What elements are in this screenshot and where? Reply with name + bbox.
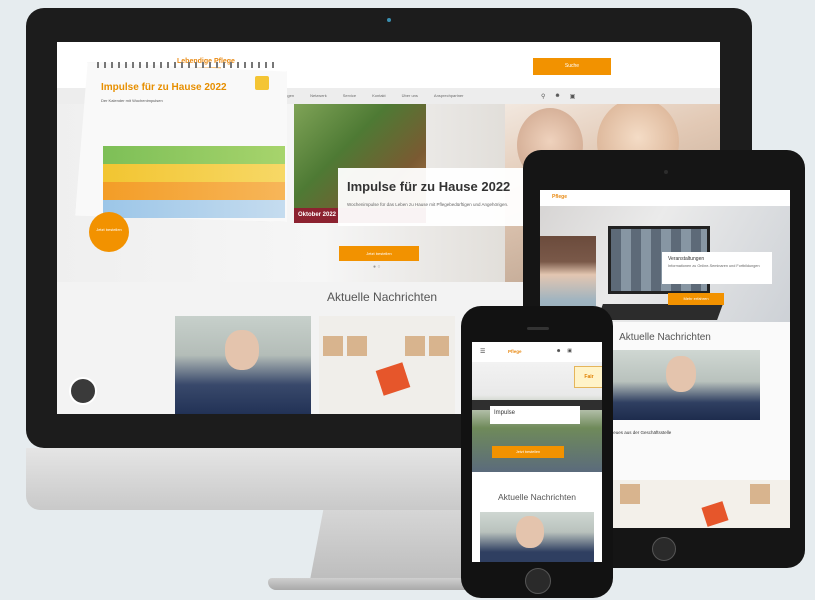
nav-item[interactable]: Ansprechpartner (431, 91, 467, 101)
nav-item[interactable]: Netzwerk (307, 91, 330, 101)
phone-screen: ☰ Pflege ☻ ▣ Fair Impulse Jetzt bestelle… (472, 342, 602, 562)
phone-hero-tag: Fair (574, 366, 602, 388)
nav-icons: ⚲ ☻ ▣ (541, 93, 575, 100)
news-card-image[interactable] (319, 316, 455, 414)
calendar-title: Impulse für zu Hause 2022 (101, 82, 227, 93)
person-photo (666, 356, 696, 392)
wooden-cube (405, 336, 425, 356)
phone-header (472, 342, 602, 362)
tablet-news-caption[interactable]: Neues aus der Geschäftsstelle (610, 430, 780, 435)
nav-item[interactable]: Kontakt (369, 91, 389, 101)
phone-icons: ☻ ▣ (556, 348, 572, 354)
tablet-logo[interactable]: Pflege (552, 194, 567, 200)
cart-icon[interactable]: ▣ (567, 348, 572, 354)
wooden-cube (347, 336, 367, 356)
slider-dots[interactable]: ● ○ (373, 264, 380, 270)
phone-speaker (527, 327, 549, 330)
keyboard (597, 304, 723, 320)
calendar-subtitle: Der Kalender mit Wochenimpulsen (101, 98, 163, 103)
hero-caption-box (338, 168, 534, 226)
wooden-cube (429, 336, 449, 356)
calendar-stripes (103, 146, 285, 218)
phone-logo[interactable]: Pflege (508, 349, 522, 354)
tablet-header (540, 190, 790, 206)
monitor-stand (310, 510, 476, 580)
wooden-cube (750, 484, 770, 504)
search-button[interactable]: Suche (533, 58, 611, 75)
wooden-cube (620, 484, 640, 504)
nav-item[interactable]: Service (340, 91, 359, 101)
tablet-home-button (652, 537, 676, 561)
user-icon[interactable]: ☻ (556, 348, 561, 354)
phone-home-button (525, 568, 551, 594)
tablet-news-image[interactable] (600, 480, 790, 528)
tablet-caption-text: Informationen zu Online-Seminaren und Fo… (668, 264, 760, 268)
person-photo (225, 330, 259, 370)
chat-button[interactable] (69, 377, 97, 405)
news-heading: Aktuelle Nachrichten (327, 290, 438, 304)
user-icon[interactable]: ☻ (554, 93, 560, 100)
tablet-caption-title: Veranstaltungen (668, 256, 705, 262)
order-badge[interactable]: Jetzt bestellen (89, 212, 129, 252)
phone-news-heading: Aktuelle Nachrichten (498, 492, 576, 502)
phone-hero-button[interactable]: Jetzt bestellen (492, 446, 564, 458)
search-icon[interactable]: ⚲ (541, 93, 545, 100)
wooden-cube (323, 336, 343, 356)
calendar-logo (255, 76, 269, 90)
hero-text: Wochenimpulse für das Leben zu Hause mit… (347, 202, 509, 207)
calendar-rings (97, 62, 277, 68)
tablet-hero-button[interactable]: Mehr erfahren (668, 293, 724, 305)
person-photo (516, 516, 544, 548)
red-cube (701, 501, 729, 527)
nav-item[interactable]: Über uns (399, 91, 421, 101)
hero-title: Impulse für zu Hause 2022 (347, 179, 511, 194)
tablet-camera (664, 170, 668, 174)
hero-button[interactable]: Jetzt bestellen (339, 246, 419, 261)
cart-icon[interactable]: ▣ (570, 93, 576, 100)
monitor-camera (387, 18, 391, 22)
phone-caption-title: Impulse (494, 410, 516, 416)
menu-icon[interactable]: ☰ (480, 348, 485, 355)
